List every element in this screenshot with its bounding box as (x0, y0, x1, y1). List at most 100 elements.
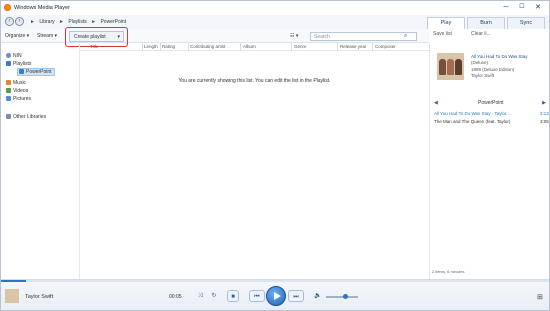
column-divider[interactable] (240, 43, 241, 51)
sidebar-item-other-libraries[interactable]: Other Libraries (6, 114, 46, 120)
search-input[interactable]: Search (310, 32, 417, 41)
breadcrumb-library[interactable]: Library (39, 19, 54, 25)
column-divider[interactable] (160, 43, 161, 51)
list-pane: All You Had To Do Was Stay (Deluxe) 1989… (429, 43, 549, 279)
mute-button[interactable]: 🔈 (313, 290, 323, 302)
column-divider[interactable] (291, 43, 292, 51)
person-icon (6, 53, 11, 58)
save-list-button[interactable]: Save list (433, 31, 452, 37)
sidebar-item-label: Playlists (13, 61, 32, 67)
elapsed-time: 00:05 (169, 294, 182, 300)
close-button[interactable]: ✕ (531, 2, 545, 13)
picture-icon (6, 96, 11, 101)
playlist-icon (6, 61, 11, 66)
track-length: 3:05 (540, 119, 549, 124)
list-item[interactable]: All You Had To Do Was Stay - Taylor... 3… (434, 111, 549, 116)
sidebar-item-nin[interactable]: NIN (6, 53, 22, 59)
library-icon (6, 114, 11, 119)
forward-button[interactable]: › (15, 17, 24, 26)
empty-list-message: You are currently showing this list. You… (178, 78, 331, 84)
organize-menu[interactable]: Organize ▾ (5, 33, 29, 39)
navigation-pane: NIN Playlists PowerPoint Music Videos Pi… (1, 43, 80, 279)
column-divider[interactable] (337, 43, 338, 51)
album-name: 1989 (Deluxe Edition) (471, 67, 515, 72)
stop-button[interactable]: ■ (227, 290, 239, 302)
album-title[interactable]: All You Had To Do Was Stay (471, 54, 528, 59)
column-release-year[interactable]: Release year (340, 44, 367, 49)
window-title: Windows Media Player (14, 5, 70, 11)
chevron-down-icon[interactable]: ▾ (117, 32, 120, 42)
maximize-button[interactable]: ☐ (515, 2, 529, 13)
sidebar-item-label: PowerPoint (26, 69, 52, 75)
repeat-button[interactable]: ↻ (208, 290, 220, 302)
sidebar-item-label: Other Libraries (13, 114, 47, 120)
tab-sync[interactable]: Sync (507, 17, 545, 29)
column-album[interactable]: Album (243, 44, 256, 49)
next-list-icon[interactable]: ▶ (542, 100, 546, 106)
column-genre[interactable]: Genre (294, 44, 307, 49)
album-art (437, 53, 464, 80)
navigation-bar: ‹ › ► Library ► Playlists ► PowerPoint (1, 15, 421, 29)
playlist-name-label[interactable]: PowerPoint (478, 100, 504, 106)
create-playlist-button[interactable]: Create playlist ▾ (69, 31, 124, 42)
pane-tabs: Play Burn Sync (421, 15, 549, 29)
previous-button[interactable]: ⏮ (249, 290, 265, 302)
column-divider[interactable] (188, 43, 189, 51)
column-divider[interactable] (142, 43, 143, 51)
play-icon (274, 292, 281, 300)
sidebar-item-playlists[interactable]: Playlists (6, 61, 31, 67)
sidebar-item-powerpoint[interactable]: PowerPoint (19, 69, 52, 75)
clear-list-button[interactable]: Clear li... (471, 31, 491, 37)
track-length: 3:13 (540, 111, 549, 116)
breadcrumb-playlists[interactable]: Playlists (68, 19, 86, 25)
search-icon[interactable]: ⌕ (404, 33, 407, 40)
create-playlist-label: Create playlist (74, 34, 106, 40)
media-player-window: Windows Media Player ─ ☐ ✕ ‹ › ► Library… (0, 0, 550, 311)
next-button[interactable]: ⏭ (288, 290, 304, 302)
now-playing-thumbnail[interactable] (5, 289, 19, 303)
breadcrumb-separator-icon: ► (91, 19, 97, 25)
album-artist: Taylor Swift (471, 73, 495, 78)
view-options-button[interactable]: ☷ ▾ (290, 33, 298, 39)
playlist-icon (19, 69, 24, 74)
seek-bar[interactable] (1, 280, 549, 282)
list-item[interactable]: The Man and The Queen (feat. Taylor) 3:0… (434, 119, 549, 124)
volume-slider[interactable] (326, 294, 358, 299)
sidebar-item-label: Music (13, 80, 27, 86)
tab-play[interactable]: Play (427, 17, 465, 29)
breadcrumb-separator-icon: ► (59, 19, 64, 25)
shuffle-button[interactable]: ⤨ (194, 290, 206, 302)
breadcrumb-separator-icon: ► (30, 19, 35, 25)
sidebar-item-videos[interactable]: Videos (6, 88, 28, 94)
breadcrumb-powerpoint[interactable]: PowerPoint (100, 19, 126, 25)
column-divider[interactable] (372, 43, 373, 51)
back-button[interactable]: ‹ (5, 17, 14, 26)
sidebar-item-music[interactable]: Music (6, 80, 26, 86)
column-header-row: Title Length Rating Contributing artist … (80, 43, 429, 51)
media-player-icon (4, 4, 11, 11)
playlist-nav: ◀ PowerPoint ▶ (434, 100, 546, 109)
track-title: All You Had To Do Was Stay - Taylor... (434, 111, 510, 116)
column-contributing-artist[interactable]: Contributing artist (190, 44, 225, 49)
column-length[interactable]: Length (144, 44, 158, 49)
column-composer[interactable]: Composer (375, 44, 396, 49)
music-icon (6, 80, 11, 85)
breadcrumb: ► Library ► Playlists ► PowerPoint (27, 19, 126, 25)
sidebar-item-label: Pictures (13, 96, 32, 102)
video-icon (6, 88, 11, 93)
track-title: The Man and The Queen (feat. Taylor) (434, 119, 511, 124)
title-bar: Windows Media Player ─ ☐ ✕ (1, 1, 549, 15)
now-playing-artist: Taylor Swift (25, 294, 54, 300)
column-rating[interactable]: Rating (162, 44, 175, 49)
tab-burn[interactable]: Burn (467, 17, 505, 29)
column-title[interactable]: Title (90, 44, 98, 49)
album-subtitle: (Deluxe) (471, 60, 489, 65)
sidebar-item-label: NIN (13, 53, 22, 59)
previous-list-icon[interactable]: ◀ (434, 100, 438, 106)
list-summary: 2 items, 6 minutes (432, 269, 465, 274)
seek-progress (1, 280, 26, 282)
stream-menu[interactable]: Stream ▾ (37, 33, 57, 39)
sidebar-item-pictures[interactable]: Pictures (6, 96, 31, 102)
minimize-button[interactable]: ─ (499, 2, 513, 13)
switch-to-now-playing-icon[interactable]: ⊞ (537, 293, 543, 301)
